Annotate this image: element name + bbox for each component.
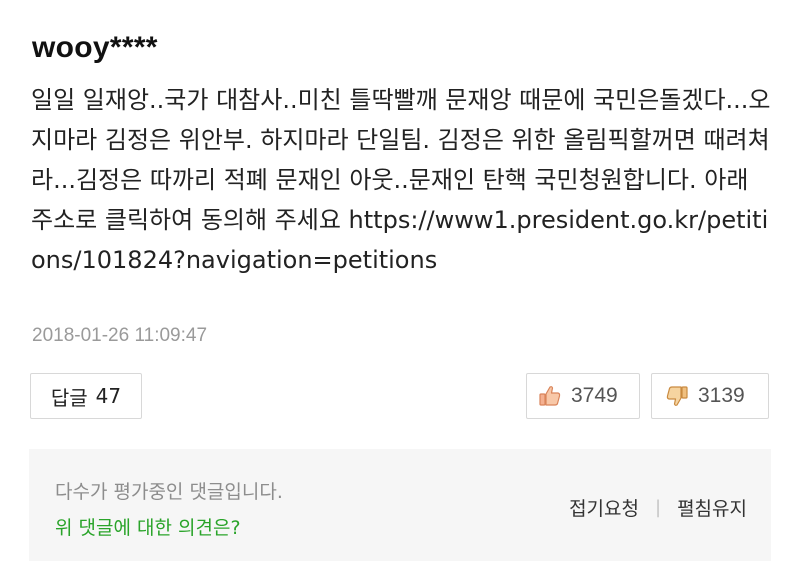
comment-timestamp: 2018-01-26 11:09:47 [32,325,208,346]
reply-button[interactable]: 답글 47 [30,373,142,419]
comment-author: wooy**** [32,31,158,64]
like-count: 3749 [571,384,618,407]
action-separator: | [655,497,662,518]
evaluation-panel: 다수가 평가중인 댓글입니다. 위 댓글에 대한 의견은? 접기요청 | 펼침유… [29,449,771,561]
keep-expanded-button[interactable]: 펼침유지 [677,494,747,521]
thumbs-up-icon [537,383,563,409]
reply-count: 47 [95,384,122,408]
dislike-count: 3139 [698,384,745,407]
comment-text: 일일 일재앙..국가 대참사..미친 틀딱빨깨 문재앙 때문에 국민은돌겠다..… [31,86,771,274]
dislike-button[interactable]: 3139 [651,373,769,419]
fold-request-button[interactable]: 접기요청 [569,494,639,521]
opinion-question[interactable]: 위 댓글에 대한 의견은? [55,513,241,540]
evaluation-notice: 다수가 평가중인 댓글입니다. [55,481,283,503]
panel-actions: 접기요청 | 펼침유지 [569,494,747,521]
like-button[interactable]: 3749 [526,373,640,419]
reply-label: 답글 [50,385,88,410]
thumbs-down-icon [664,383,690,409]
